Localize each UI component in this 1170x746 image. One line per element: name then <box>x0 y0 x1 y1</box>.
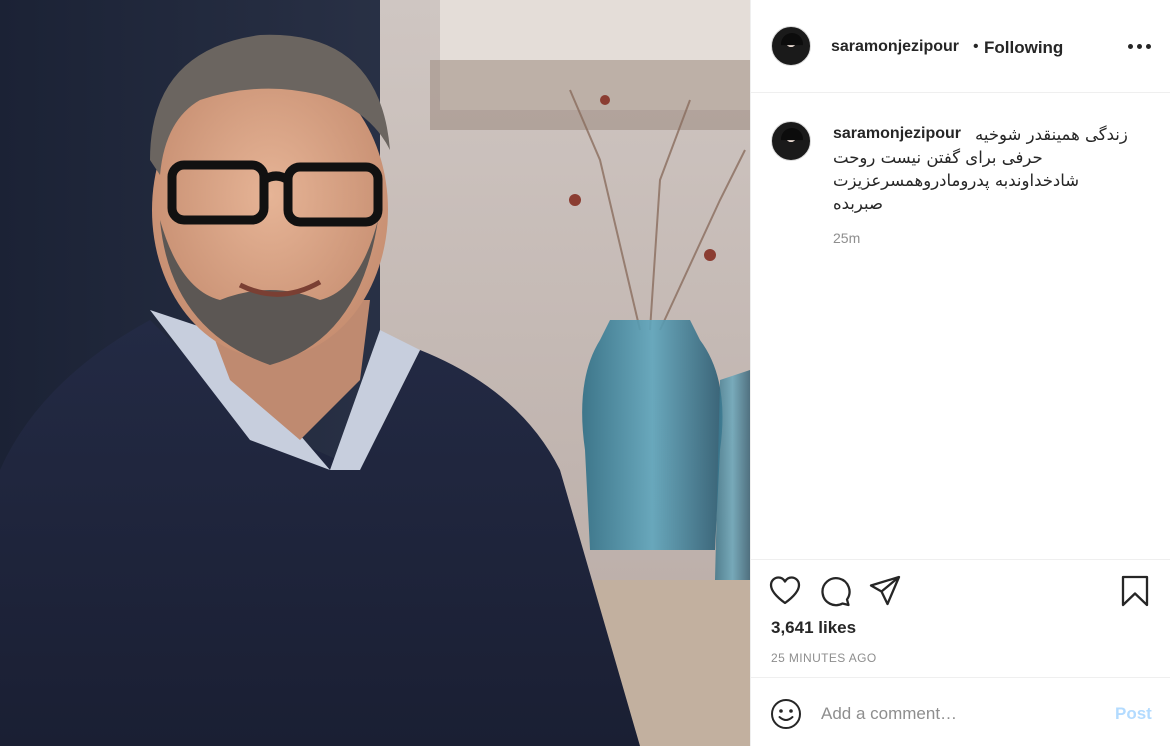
header-separator: • <box>973 38 979 55</box>
bookmark-icon <box>1121 575 1149 607</box>
following-button[interactable]: Following <box>984 38 1063 58</box>
post-header: saramonjezipour • Following <box>751 0 1170 93</box>
post-photo <box>0 0 750 746</box>
caption-avatar[interactable] <box>771 121 811 161</box>
emoji-button[interactable] <box>770 698 802 730</box>
post-comment-button[interactable]: Post <box>1115 704 1152 724</box>
caption-text: زندگی همینقدر شوخیه حرفی برای گفتن نیست … <box>833 125 1128 213</box>
save-button[interactable] <box>1118 574 1152 608</box>
comment-bar: Post <box>751 677 1170 746</box>
post-details-panel: saramonjezipour • Following saramonjezip… <box>750 0 1170 746</box>
comment-icon <box>821 577 851 607</box>
caption-timestamp[interactable]: 25m <box>833 230 860 246</box>
smiley-icon <box>771 699 801 729</box>
more-horizontal-icon-dot <box>1145 43 1151 49</box>
likes-count[interactable]: 3,641 likes <box>771 618 856 638</box>
avatar[interactable] <box>771 26 811 66</box>
header-username[interactable]: saramonjezipour <box>831 38 959 56</box>
comment-input[interactable] <box>821 700 1101 728</box>
like-button[interactable] <box>768 574 802 608</box>
caption-area: saramonjezipour زندگی همینقدر شوخیه حرفی… <box>751 93 1170 559</box>
more-horizontal-icon-dot <box>1136 43 1142 49</box>
share-button[interactable] <box>868 574 902 608</box>
comment-button[interactable] <box>818 574 852 608</box>
heart-icon <box>769 576 801 605</box>
post-image[interactable] <box>0 0 750 746</box>
post-actions: 3,641 likes 25 minutes ago <box>751 559 1170 677</box>
more-horizontal-icon <box>1127 43 1133 49</box>
paper-plane-icon <box>869 575 901 606</box>
more-options-button[interactable] <box>1119 34 1159 58</box>
post-time-ago[interactable]: 25 minutes ago <box>771 651 877 665</box>
